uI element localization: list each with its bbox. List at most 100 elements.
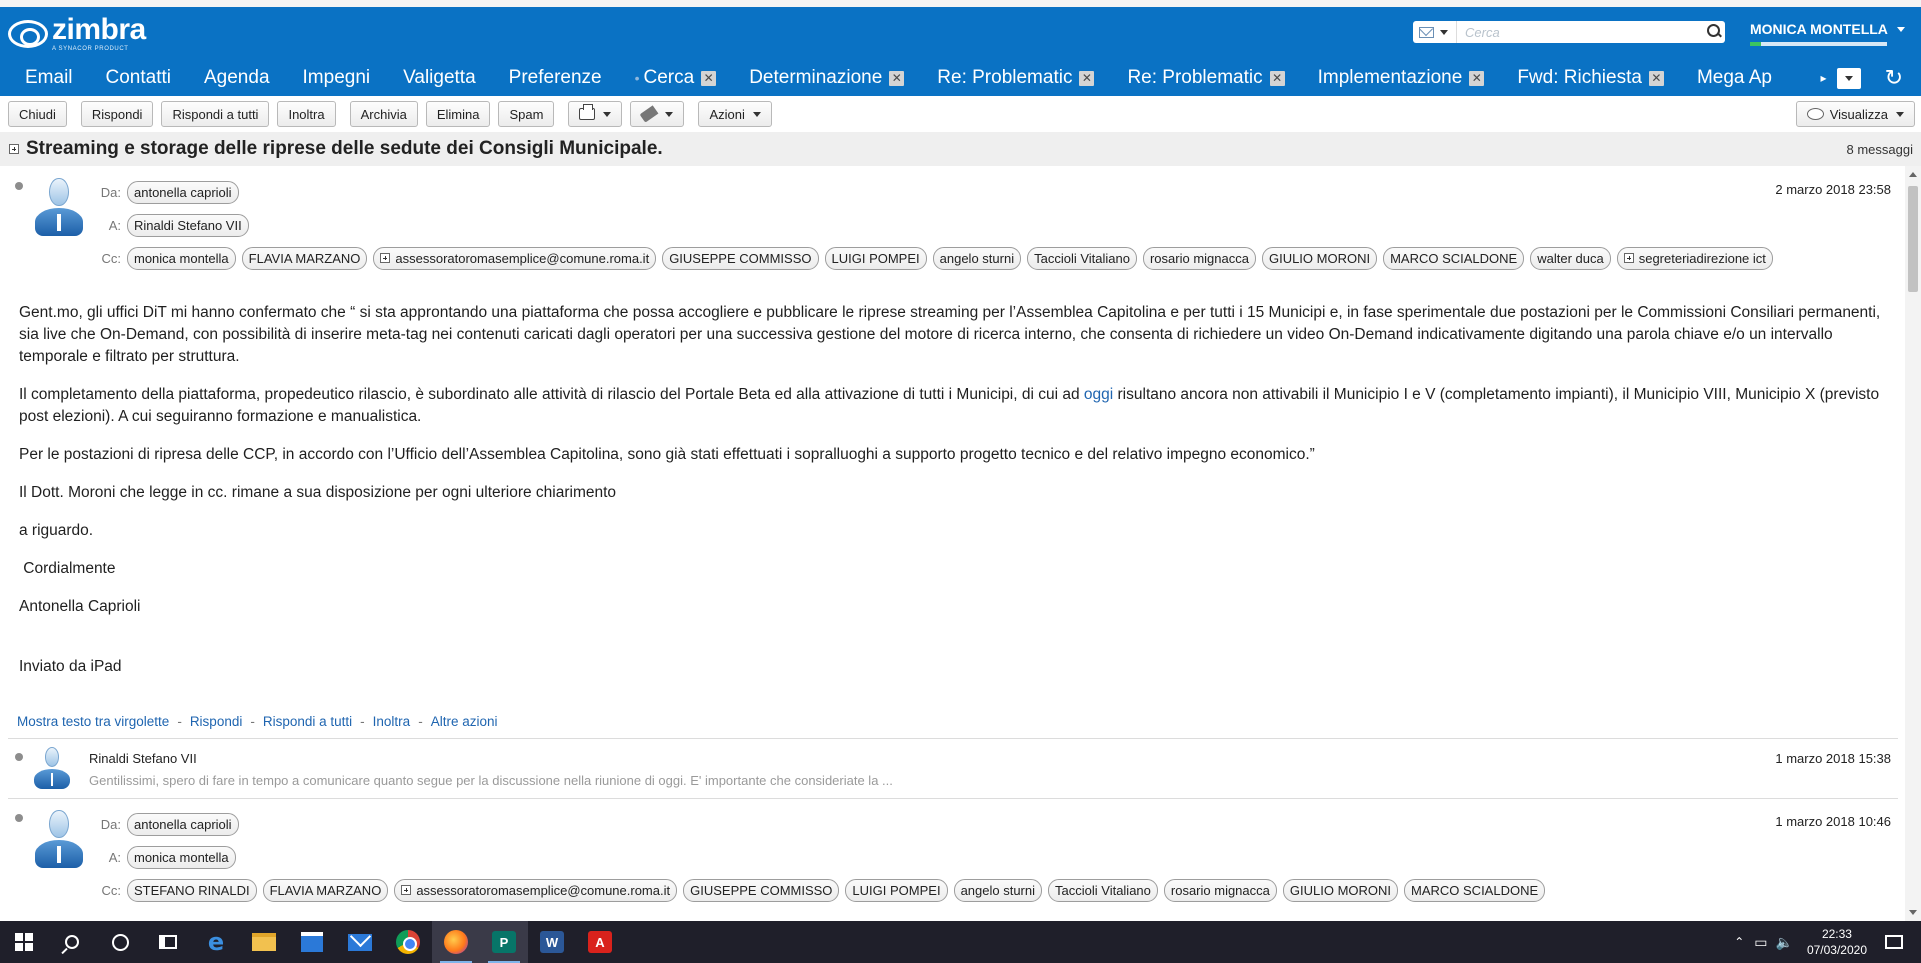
reply-all-link[interactable]: Rispondi a tutti — [263, 714, 352, 729]
close-icon[interactable]: ✕ — [889, 70, 905, 86]
tab-determinazione[interactable]: Determinazione ✕ — [743, 67, 910, 89]
avatar-tie — [50, 773, 54, 786]
tab-tasks[interactable]: Impegni — [297, 67, 377, 89]
message-collapsed[interactable]: Rinaldi Stefano VII Gentilissimi, spero … — [0, 739, 1905, 797]
close-icon[interactable]: ✕ — [1469, 70, 1485, 86]
close-button[interactable]: Chiudi — [8, 101, 67, 127]
cc-pill[interactable]: monica montella — [127, 246, 236, 270]
taskbar-mail[interactable] — [336, 921, 384, 963]
tab-scroll-arrow-icon[interactable]: ▸ — [1821, 71, 1827, 85]
task-view-button[interactable] — [144, 921, 192, 963]
tag-button[interactable] — [630, 101, 685, 127]
taskbar-acrobat[interactable]: A — [576, 921, 624, 963]
taskbar-edge[interactable]: e — [192, 921, 240, 963]
sender-pill[interactable]: antonella caprioli — [127, 812, 239, 836]
read-status-icon[interactable] — [15, 182, 23, 190]
scroll-down-icon[interactable] — [1909, 910, 1917, 915]
sender-pill[interactable]: antonella caprioli — [127, 180, 239, 204]
cc-pill-group[interactable]: segreteriadirezione ict — [1616, 246, 1773, 270]
close-icon[interactable]: ✕ — [701, 70, 717, 86]
cc-pill[interactable]: walter duca — [1530, 246, 1611, 270]
refresh-icon[interactable]: ↻ — [1885, 65, 1903, 91]
app-header: zimbra A SYNACOR PRODUCT MONICA MONTELLA… — [0, 0, 1921, 96]
view-button[interactable]: Visualizza — [1795, 101, 1915, 127]
taskbar-store[interactable] — [288, 921, 336, 963]
clock[interactable]: 22:33 07/03/2020 — [1807, 926, 1867, 958]
search-type-dropdown[interactable] — [1413, 21, 1457, 43]
cc-pill[interactable]: Taccioli Vitaliano — [1048, 878, 1158, 902]
cc-pill[interactable]: Taccioli Vitaliano — [1027, 246, 1137, 270]
scroll-up-icon[interactable] — [1909, 172, 1917, 177]
tab-implementazione[interactable]: Implementazione ✕ — [1312, 67, 1491, 89]
tab-fwd-richiesta[interactable]: Fwd: Richiesta ✕ — [1511, 67, 1670, 89]
tab-re-problematic-1[interactable]: Re: Problematic ✕ — [931, 67, 1100, 89]
tab-menu-button[interactable] — [1836, 67, 1861, 89]
cc-pill[interactable]: angelo sturni — [932, 246, 1022, 270]
tab-contacts[interactable]: Contatti — [100, 67, 177, 89]
cc-pill[interactable]: FLAVIA MARZANO — [262, 878, 389, 902]
cc-pill[interactable]: angelo sturni — [953, 878, 1043, 902]
recipient-pill[interactable]: Rinaldi Stefano VII — [127, 213, 249, 237]
zimbra-logo[interactable]: zimbra A SYNACOR PRODUCT — [8, 15, 146, 52]
vertical-scrollbar[interactable] — [1905, 166, 1921, 921]
cc-pill[interactable]: MARCO SCIALDONE — [1383, 246, 1525, 270]
cc-pill[interactable]: LUIGI POMPEI — [824, 246, 927, 270]
recipient-pill[interactable]: monica montella — [127, 845, 236, 869]
tab-calendar[interactable]: Agenda — [198, 67, 276, 89]
cc-pill[interactable]: LUIGI POMPEI — [845, 878, 948, 902]
taskbar-firefox[interactable] — [432, 921, 480, 963]
date-link[interactable]: oggi — [1084, 386, 1113, 403]
read-status-icon[interactable] — [15, 753, 23, 761]
cc-pill[interactable]: FLAVIA MARZANO — [241, 246, 368, 270]
search-input[interactable] — [1457, 22, 1703, 42]
notification-icon[interactable] — [1885, 935, 1903, 949]
cc-pill-group[interactable]: assessoratoromasemplice@comune.roma.it — [373, 246, 657, 270]
tray-overflow-icon[interactable]: ⌃ — [1734, 935, 1744, 949]
volume-icon[interactable]: 🔈 — [1776, 934, 1793, 951]
taskbar-word[interactable]: W — [528, 921, 576, 963]
cc-pill[interactable]: GIULIO MORONI — [1282, 878, 1399, 902]
tab-briefcase[interactable]: Valigetta — [397, 67, 482, 89]
scrollbar-thumb[interactable] — [1908, 186, 1918, 292]
reply-all-button[interactable]: Rispondi a tutti — [161, 101, 270, 127]
user-menu[interactable]: MONICA MONTELLA — [1750, 21, 1905, 37]
cc-pill[interactable]: rosario mignacca — [1163, 878, 1277, 902]
tab-preferences[interactable]: Preferenze — [503, 67, 608, 89]
cc-pill[interactable]: MARCO SCIALDONE — [1404, 878, 1546, 902]
expand-icon[interactable] — [9, 144, 19, 154]
archive-button[interactable]: Archivia — [349, 101, 418, 127]
more-actions-link[interactable]: Altre azioni — [431, 714, 498, 729]
taskbar-publisher[interactable]: P — [480, 921, 528, 963]
network-icon[interactable]: ▭ — [1754, 934, 1767, 951]
spam-button[interactable]: Spam — [498, 101, 555, 127]
forward-button[interactable]: Inoltra — [277, 101, 336, 127]
show-quoted-link[interactable]: Mostra testo tra virgolette — [17, 714, 169, 729]
actions-button[interactable]: Azioni — [698, 101, 772, 127]
reply-link[interactable]: Rispondi — [190, 714, 243, 729]
cc-pill[interactable]: rosario mignacca — [1142, 246, 1256, 270]
taskbar-chrome[interactable] — [384, 921, 432, 963]
cc-pill-group[interactable]: assessoratoromasemplice@comune.roma.it — [394, 878, 678, 902]
cc-pill[interactable]: GIULIO MORONI — [1261, 246, 1378, 270]
delete-button[interactable]: Elimina — [425, 101, 491, 127]
start-button[interactable] — [0, 921, 48, 963]
cc-pill[interactable]: STEFANO RINALDI — [127, 878, 257, 902]
taskbar-file-explorer[interactable] — [240, 921, 288, 963]
close-icon[interactable]: ✕ — [1079, 70, 1095, 86]
taskbar-search-button[interactable] — [48, 921, 96, 963]
cc-pill[interactable]: GIUSEPPE COMMISSO — [683, 878, 840, 902]
close-icon[interactable]: ✕ — [1648, 70, 1664, 86]
close-icon[interactable]: ✕ — [1269, 70, 1285, 86]
tab-re-problematic-2[interactable]: Re: Problematic ✕ — [1121, 67, 1290, 89]
print-button[interactable] — [568, 101, 623, 127]
reply-button[interactable]: Rispondi — [80, 101, 154, 127]
tab-email[interactable]: Email — [19, 67, 79, 89]
tab-mega-ap[interactable]: Mega Ap — [1691, 67, 1778, 89]
folder-icon — [252, 933, 276, 951]
forward-link[interactable]: Inoltra — [373, 714, 411, 729]
search-icon[interactable] — [1703, 21, 1725, 43]
cortana-button[interactable] — [96, 921, 144, 963]
tab-search[interactable]: • Cerca ✕ — [629, 67, 723, 89]
cc-pill[interactable]: GIUSEPPE COMMISSO — [662, 246, 819, 270]
read-status-icon[interactable] — [15, 814, 23, 822]
